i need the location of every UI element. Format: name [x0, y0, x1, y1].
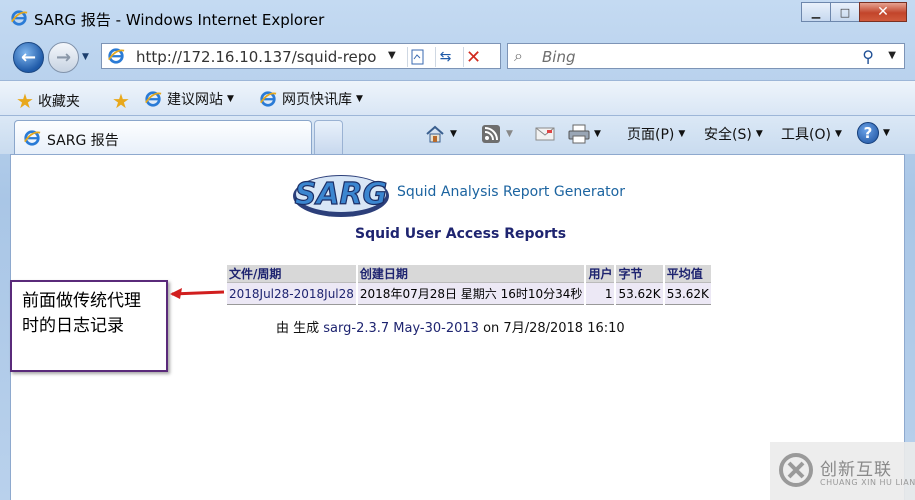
column-header-period: 文件/周期 — [227, 265, 356, 283]
minimize-button[interactable]: ▁ — [801, 2, 831, 22]
tools-menu[interactable]: 工具(O) ▼ — [781, 124, 842, 144]
sarg-logo: SARG — [293, 175, 389, 217]
title-bar: SARG 报告 - Windows Internet Explorer ▁ □ … — [0, 0, 915, 38]
favorites-star-icon: ★ — [16, 89, 34, 113]
tab-sarg-report[interactable]: SARG 报告 — [14, 120, 312, 154]
ie-logo-icon — [11, 10, 28, 26]
maximize-icon: □ — [839, 5, 851, 19]
favorites-button[interactable]: ★ 收藏夹 — [16, 89, 80, 113]
url-text[interactable]: http://172.16.10.137/squid-repor — [136, 48, 376, 66]
stop-icon[interactable]: ✕ — [463, 47, 483, 68]
footer-prefix: 由 生成 — [276, 321, 320, 336]
print-button[interactable]: ▼ — [568, 124, 601, 144]
refresh-icon[interactable]: ⇆ — [435, 47, 455, 67]
print-dropdown-icon: ▼ — [594, 129, 601, 139]
column-header-created: 创建日期 — [357, 265, 585, 283]
web-slice-gallery-button[interactable]: 网页快讯库 ▼ — [259, 89, 363, 109]
feeds-dropdown-icon: ▼ — [506, 129, 513, 139]
rss-feed-icon — [480, 124, 502, 144]
back-button[interactable]: ← — [13, 42, 44, 73]
table-row: 2018Jul28-2018Jul28 2018年07月28日 星期六 16时1… — [227, 283, 711, 305]
watermark: 创新互联 CHUANG XIN HU LIAN — [770, 442, 915, 500]
search-box[interactable]: ⌕ Bing ⚲ ▼ — [507, 43, 905, 69]
page-menu-label: 页面(P) — [627, 127, 675, 143]
period-link[interactable]: 2018Jul28-2018Jul28 — [229, 287, 354, 301]
tab-label: SARG 报告 — [47, 133, 119, 149]
generated-by-line: 由 生成 sarg-2.3.7 May-30-2013 on 7月/28/201… — [276, 317, 625, 336]
suggested-sites-button[interactable]: 建议网站 ▼ — [144, 89, 234, 109]
average-cell: 53.62K — [664, 283, 711, 305]
column-header-bytes: 字节 — [616, 265, 663, 283]
home-icon — [424, 124, 446, 144]
minimize-icon: ▁ — [811, 5, 821, 19]
column-header-users: 用户 — [586, 265, 615, 283]
close-button[interactable]: ✕ — [859, 2, 907, 22]
logo-text: SARG — [295, 177, 388, 212]
report-heading: Squid User Access Reports — [355, 226, 567, 242]
column-header-average: 平均值 — [664, 265, 711, 283]
safety-menu-label: 安全(S) — [704, 127, 752, 143]
read-mail-button[interactable] — [534, 124, 556, 144]
home-dropdown-icon: ▼ — [450, 129, 457, 139]
search-provider-icon: ⌕ — [514, 46, 523, 65]
window-title: SARG 报告 - Windows Internet Explorer — [34, 11, 325, 29]
watermark-subtitle: CHUANG XIN HU LIAN — [820, 478, 915, 487]
feeds-button[interactable]: ▼ — [480, 124, 513, 144]
mail-icon — [534, 124, 556, 144]
favorites-label: 收藏夹 — [37, 94, 80, 110]
add-favorites-button[interactable]: ★ — [112, 89, 134, 113]
table-header-row: 文件/周期 创建日期 用户 字节 平均值 — [227, 265, 711, 283]
annotation-callout: 前面做传统代理时的日志记录 — [10, 280, 168, 372]
forward-button[interactable]: → — [48, 42, 79, 73]
new-tab-button[interactable] — [314, 120, 343, 154]
printer-icon — [568, 124, 590, 144]
footer-suffix: on 7月/28/2018 16:10 — [483, 321, 625, 336]
help-button[interactable]: ? ▼ — [857, 122, 890, 144]
navigation-bar: ← → ▼ http://172.16.10.137/squid-repor ▼… — [0, 38, 915, 76]
search-icon[interactable]: ⚲ — [862, 47, 874, 66]
suggested-sites-label: 建议网站 — [167, 92, 223, 108]
help-icon: ? — [857, 122, 879, 144]
web-slice-dropdown-icon: ▼ — [356, 94, 363, 104]
page-menu-dropdown-icon: ▼ — [678, 129, 686, 139]
add-favorite-star-icon: ★ — [112, 89, 130, 113]
address-bar[interactable]: http://172.16.10.137/squid-repor ▼ ⇆ ✕ — [101, 43, 501, 69]
safety-menu-dropdown-icon: ▼ — [755, 129, 763, 139]
report-table: 文件/周期 创建日期 用户 字节 平均值 2018Jul28-2018Jul28… — [225, 265, 713, 305]
close-icon: ✕ — [877, 4, 889, 20]
help-dropdown-icon: ▼ — [883, 128, 890, 138]
back-arrow-icon: ← — [20, 47, 37, 68]
annotation-arrow-icon — [170, 288, 225, 299]
compatibility-view-icon[interactable] — [407, 47, 427, 67]
window-controls: ▁ □ ✕ — [801, 2, 907, 22]
page-menu[interactable]: 页面(P) ▼ — [627, 124, 685, 144]
suggested-sites-dropdown-icon: ▼ — [227, 94, 234, 104]
address-dropdown-icon[interactable]: ▼ — [388, 50, 396, 61]
favorites-bar: ★ 收藏夹 ★ 建议网站 ▼ 网页快讯库 ▼ — [0, 80, 915, 116]
tab-bar: SARG 报告 ▼ ▼ ▼ 页面(P) ▼ 安全(S) ▼ 工具(O) ▼ ? … — [0, 116, 915, 154]
ie-suggested-icon — [145, 91, 162, 107]
sarg-version-link[interactable]: sarg-2.3.7 May-30-2013 — [323, 321, 479, 336]
browser-window: SARG 报告 - Windows Internet Explorer ▁ □ … — [0, 0, 915, 500]
ie-webslice-icon — [260, 91, 277, 107]
bytes-cell: 53.62K — [616, 283, 663, 305]
safety-menu[interactable]: 安全(S) ▼ — [704, 124, 763, 144]
ie-page-icon — [108, 48, 125, 64]
watermark-logo-icon — [779, 453, 813, 487]
history-dropdown-icon[interactable]: ▼ — [82, 52, 89, 62]
period-cell: 2018Jul28-2018Jul28 — [227, 283, 356, 305]
tools-menu-label: 工具(O) — [781, 127, 831, 143]
created-cell: 2018年07月28日 星期六 16时10分34秒 — [357, 283, 585, 305]
ie-tab-icon — [24, 130, 41, 146]
generator-title: Squid Analysis Report Generator — [397, 184, 625, 200]
tools-menu-dropdown-icon: ▼ — [834, 129, 842, 139]
search-dropdown-icon[interactable]: ▼ — [888, 50, 896, 61]
search-placeholder[interactable]: Bing — [542, 48, 576, 66]
watermark-title: 创新互联 — [820, 460, 892, 480]
web-slice-gallery-label: 网页快讯库 — [282, 92, 352, 108]
forward-arrow-icon: → — [55, 47, 72, 68]
users-cell: 1 — [586, 283, 615, 305]
maximize-button[interactable]: □ — [830, 2, 860, 22]
home-button[interactable]: ▼ — [424, 124, 457, 144]
